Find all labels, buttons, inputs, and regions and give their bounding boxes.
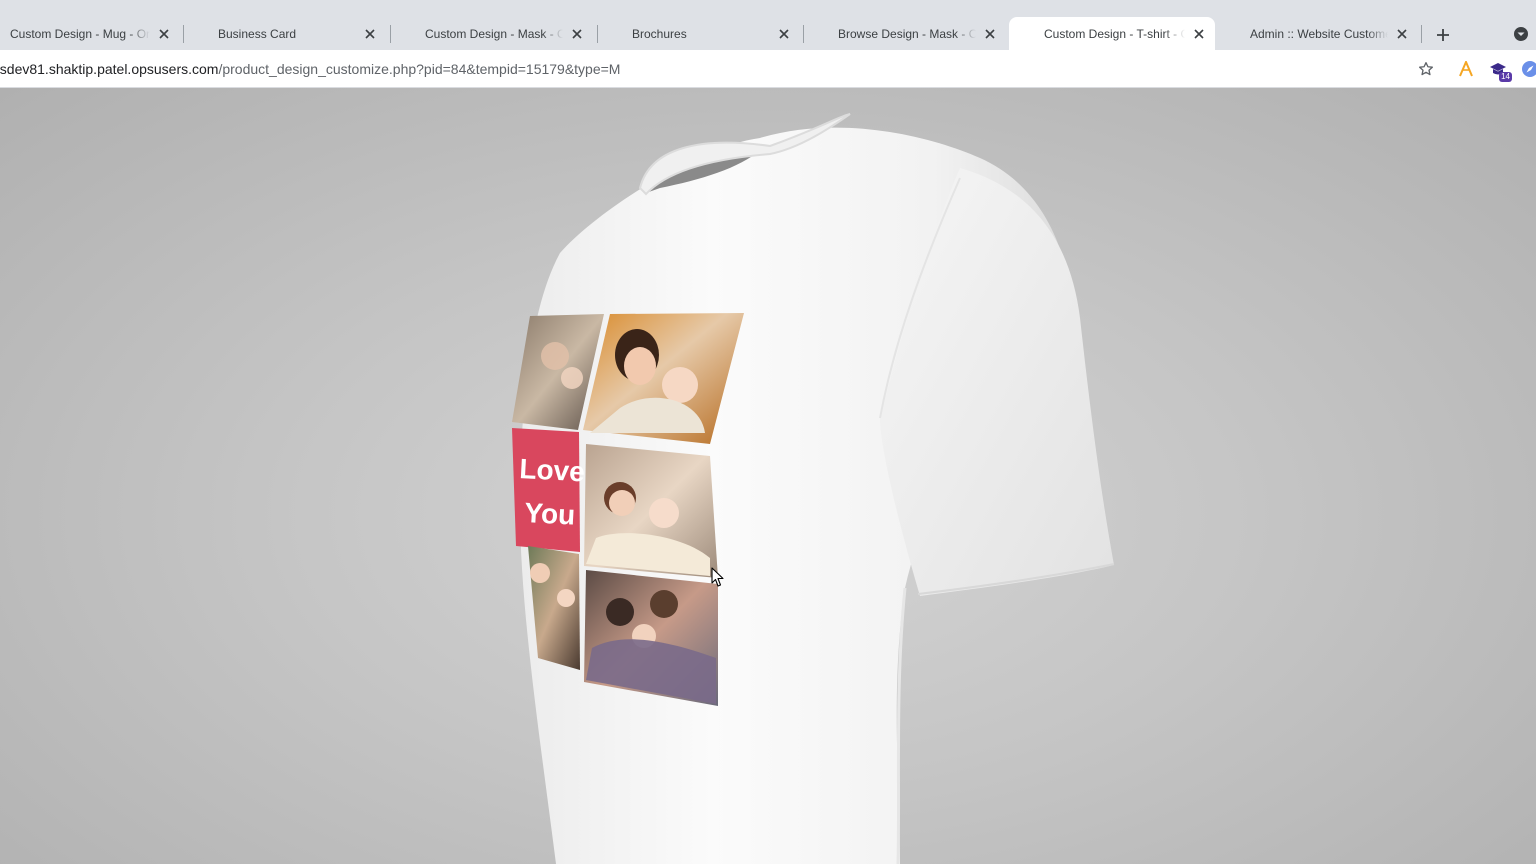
tab-custom-design-mug[interactable]: Custom Design - Mug - Or: [0, 17, 180, 50]
close-icon[interactable]: [1394, 26, 1410, 42]
tab-search-button[interactable]: [1512, 25, 1530, 43]
caret-logo-icon[interactable]: [1456, 59, 1476, 79]
tab-custom-design-tshirt[interactable]: Custom Design - T-shirt - C: [1009, 17, 1215, 50]
extension-badge: 14: [1499, 72, 1512, 82]
tab-custom-design-mask[interactable]: Custom Design - Mask - O: [393, 17, 593, 50]
close-icon[interactable]: [982, 26, 998, 42]
tab-brochures[interactable]: Brochures: [600, 17, 800, 50]
tab-divider: [1421, 25, 1422, 43]
tab-title: Custom Design - Mug - Or: [10, 26, 150, 41]
compass-icon[interactable]: [1520, 59, 1536, 79]
tab-divider: [597, 25, 598, 43]
tab-browse-design-mask[interactable]: Browse Design - Mask - O: [806, 17, 1006, 50]
tab-admin-website-customer[interactable]: Admin :: Website Custome: [1218, 17, 1418, 50]
graduation-cap-icon[interactable]: 14: [1488, 59, 1512, 82]
mouse-cursor-icon: [711, 567, 724, 587]
tab-title: Custom Design - Mask - O: [425, 26, 563, 41]
love-text-line-2: You: [524, 497, 576, 531]
close-icon[interactable]: [1191, 26, 1207, 42]
love-text-line-1: Love: [519, 453, 586, 487]
tab-title: Admin :: Website Custome: [1250, 26, 1388, 41]
browser-toolbar: osdev81.shaktip.patel.opsusers.com/produ…: [0, 50, 1536, 88]
new-tab-button[interactable]: [1432, 24, 1454, 46]
tab-title: Browse Design - Mask - O: [838, 26, 976, 41]
product-3d-viewport[interactable]: Love You: [0, 88, 1536, 864]
bookmark-star-icon[interactable]: [1416, 59, 1436, 79]
close-icon[interactable]: [569, 26, 585, 42]
tab-business-card[interactable]: Business Card: [186, 17, 386, 50]
address-bar[interactable]: osdev81.shaktip.patel.opsusers.com/produ…: [0, 61, 620, 77]
url-host: osdev81.shaktip.patel.opsusers.com: [0, 61, 219, 77]
collage-print: Love You: [512, 313, 744, 706]
chevron-down-icon: [1514, 27, 1528, 41]
tab-divider: [803, 25, 804, 43]
tshirt-3d-model[interactable]: Love You: [0, 88, 1536, 864]
collage-love-block: [512, 428, 580, 552]
url-path: /product_design_customize.php?pid=84&tem…: [218, 61, 621, 77]
close-icon[interactable]: [362, 26, 378, 42]
tab-divider: [183, 25, 184, 43]
tab-strip: Custom Design - Mug - Or Business Card C…: [0, 0, 1536, 52]
tab-title: Brochures: [632, 26, 687, 41]
tab-divider: [390, 25, 391, 43]
close-icon[interactable]: [156, 26, 172, 42]
tab-title: Business Card: [218, 26, 297, 41]
close-icon[interactable]: [776, 26, 792, 42]
plus-icon: [1437, 29, 1449, 41]
tab-title: Custom Design - T-shirt - C: [1044, 26, 1185, 41]
